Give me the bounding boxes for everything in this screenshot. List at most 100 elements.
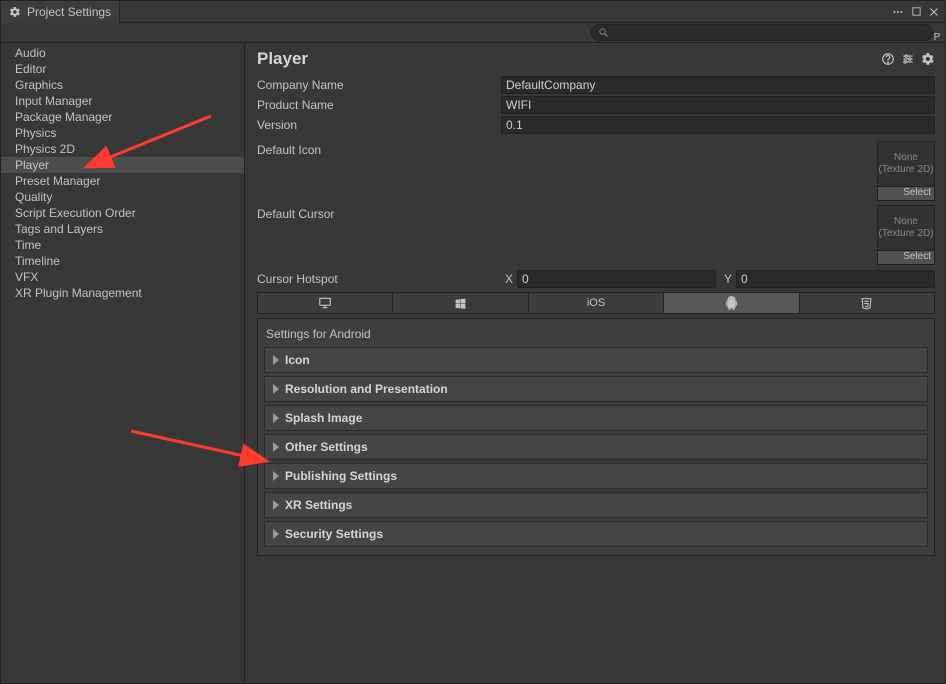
fold-publishing-label: Publishing Settings	[285, 469, 397, 483]
hotspot-y-input[interactable]	[736, 270, 935, 288]
chevron-right-icon	[273, 471, 279, 481]
android-icon	[724, 296, 739, 311]
company-name-row: Company Name	[257, 75, 935, 95]
monitor-icon	[317, 296, 333, 310]
platform-tabs: iOS	[257, 292, 935, 314]
html5-icon	[860, 296, 873, 311]
fold-resolution-and-presentation[interactable]: Resolution and Presentation	[264, 376, 928, 402]
default-icon-label: Default Icon	[257, 141, 501, 201]
fold-resolution-label: Resolution and Presentation	[285, 382, 448, 396]
version-input[interactable]	[501, 116, 935, 134]
sidebar-item-tags-and-layers[interactable]: Tags and Layers	[1, 221, 244, 237]
default-cursor-dropzone[interactable]: None (Texture 2D)	[877, 205, 935, 251]
basic-form: Company Name Product Name Version	[245, 73, 945, 137]
company-name-input[interactable]	[501, 76, 935, 94]
project-settings-window: Project Settings P Audio Editor Graphics	[0, 0, 946, 684]
android-settings-panel: Settings for Android Icon Resolution and…	[257, 318, 935, 556]
body: Audio Editor Graphics Input Manager Pack…	[1, 43, 945, 683]
titlebar: Project Settings	[1, 1, 945, 23]
default-cursor-placeholder-1: None	[894, 216, 918, 228]
settings-category-sidebar: Audio Editor Graphics Input Manager Pack…	[1, 43, 245, 683]
window-tab-project-settings[interactable]: Project Settings	[1, 1, 120, 23]
page-title: Player	[257, 49, 308, 69]
default-icon-placeholder-1: None	[894, 152, 918, 164]
product-name-label: Product Name	[257, 98, 501, 112]
sidebar-item-audio[interactable]: Audio	[1, 45, 244, 61]
settings-sliders-icon[interactable]	[901, 52, 915, 66]
default-cursor-label: Default Cursor	[257, 205, 501, 265]
sidebar-item-player[interactable]: Player	[1, 157, 244, 173]
content-header: Player	[245, 43, 945, 73]
default-cursor-row: Default Cursor None (Texture 2D) Select	[245, 201, 945, 265]
search-field-wrap[interactable]	[591, 24, 933, 41]
sidebar-item-quality[interactable]: Quality	[1, 189, 244, 205]
maximize-icon[interactable]	[909, 5, 923, 19]
sidebar-item-time[interactable]: Time	[1, 237, 244, 253]
windows-icon	[454, 297, 467, 310]
platform-tab-standalone[interactable]	[258, 293, 393, 313]
sidebar-item-input-manager[interactable]: Input Manager	[1, 93, 244, 109]
fold-publishing-settings[interactable]: Publishing Settings	[264, 463, 928, 489]
default-icon-placeholder-2: (Texture 2D)	[878, 164, 933, 176]
fold-security-label: Security Settings	[285, 527, 383, 541]
player-settings-content: Player Company Name	[245, 43, 945, 683]
window-tab-title: Project Settings	[27, 5, 111, 19]
default-icon-row: Default Icon None (Texture 2D) Select	[245, 137, 945, 201]
hotspot-y-label: Y	[720, 272, 732, 286]
chevron-right-icon	[273, 355, 279, 365]
chevron-right-icon	[273, 384, 279, 394]
platform-tab-ios[interactable]: iOS	[529, 293, 664, 313]
sidebar-item-preset-manager[interactable]: Preset Manager	[1, 173, 244, 189]
search-input[interactable]	[613, 27, 926, 39]
fold-xr-settings[interactable]: XR Settings	[264, 492, 928, 518]
fold-other-settings[interactable]: Other Settings	[264, 434, 928, 460]
kebab-menu-icon[interactable]	[891, 5, 905, 19]
sidebar-item-physics-2d[interactable]: Physics 2D	[1, 141, 244, 157]
default-cursor-select-button[interactable]: Select	[877, 251, 935, 265]
fold-security-settings[interactable]: Security Settings	[264, 521, 928, 547]
hotspot-x-input[interactable]	[517, 270, 716, 288]
hotspot-x-label: X	[501, 272, 513, 286]
sidebar-item-vfx[interactable]: VFX	[1, 269, 244, 285]
cursor-hotspot-label: Cursor Hotspot	[257, 272, 501, 286]
platform-tab-windows[interactable]	[393, 293, 528, 313]
chevron-right-icon	[273, 529, 279, 539]
gear-icon	[9, 6, 21, 18]
fold-splash-label: Splash Image	[285, 411, 362, 425]
version-row: Version	[257, 115, 935, 135]
company-name-label: Company Name	[257, 78, 501, 92]
sidebar-item-physics[interactable]: Physics	[1, 125, 244, 141]
sidebar-item-package-manager[interactable]: Package Manager	[1, 109, 244, 125]
fold-icon[interactable]: Icon	[264, 347, 928, 373]
cursor-hotspot-row: Cursor Hotspot X Y	[245, 269, 945, 289]
chevron-right-icon	[273, 500, 279, 510]
close-icon[interactable]	[927, 5, 941, 19]
search-icon	[598, 27, 609, 38]
fold-splash-image[interactable]: Splash Image	[264, 405, 928, 431]
product-name-input[interactable]	[501, 96, 935, 114]
header-icons	[881, 52, 935, 66]
chevron-right-icon	[273, 442, 279, 452]
sidebar-item-script-execution-order[interactable]: Script Execution Order	[1, 205, 244, 221]
fold-other-label: Other Settings	[285, 440, 368, 454]
chevron-right-icon	[273, 413, 279, 423]
help-icon[interactable]	[881, 52, 895, 66]
ios-label: iOS	[587, 297, 605, 309]
sidebar-item-graphics[interactable]: Graphics	[1, 77, 244, 93]
searchbar-row: P	[1, 23, 945, 43]
platform-tab-android[interactable]	[664, 293, 799, 313]
product-name-row: Product Name	[257, 95, 935, 115]
default-icon-select-button[interactable]: Select	[877, 187, 935, 201]
gear-icon[interactable]	[921, 52, 935, 66]
default-cursor-placeholder-2: (Texture 2D)	[878, 228, 933, 240]
sidebar-item-editor[interactable]: Editor	[1, 61, 244, 77]
fold-icon-label: Icon	[285, 353, 310, 367]
sidebar-item-xr-plugin-management[interactable]: XR Plugin Management	[1, 285, 244, 301]
right-edge-letter: P	[933, 23, 941, 43]
version-label: Version	[257, 118, 501, 132]
platform-tab-webgl[interactable]	[800, 293, 934, 313]
panel-title: Settings for Android	[264, 323, 928, 347]
sidebar-item-timeline[interactable]: Timeline	[1, 253, 244, 269]
default-icon-dropzone[interactable]: None (Texture 2D)	[877, 141, 935, 187]
titlebar-controls	[891, 5, 945, 19]
